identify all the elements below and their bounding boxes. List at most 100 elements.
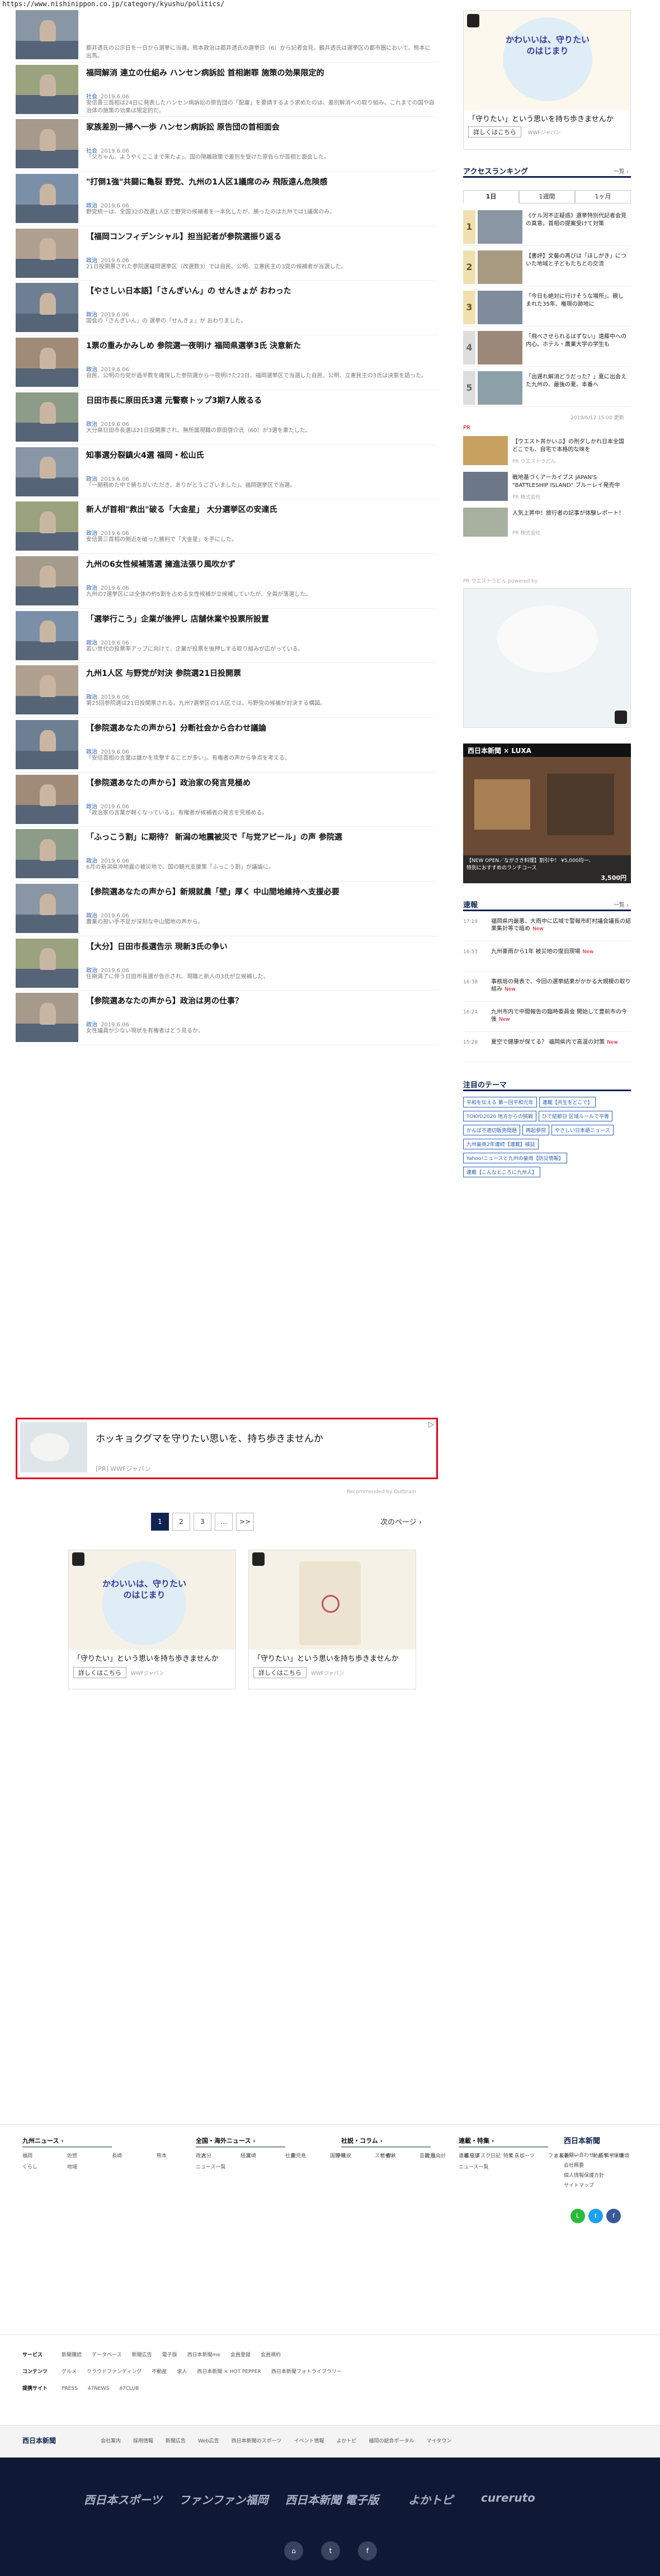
page-link-3[interactable]: 3 [194,1513,211,1531]
theme-tag[interactable]: かんぽ不適切販売問題 [463,1125,521,1135]
theme-tag[interactable]: 連載【こんなところに九州人】 [463,1167,541,1177]
service-link[interactable]: クラウドファンディング [87,2369,142,2375]
article-thumbnail[interactable] [16,338,78,387]
footer-link[interactable]: 春秋 [386,2151,431,2162]
latest-title[interactable]: 事務局の発表で、今回の選挙結果がかかる大規模の取り組み New [491,978,631,993]
latest-text[interactable]: 夏空で健康が保てる？ 福岡県内で高温の対策 [491,1039,605,1045]
url-bar[interactable]: https://www.nishinippon.co.jp/category/k… [2,0,224,8]
article-title[interactable]: 福岡解消 連立の仕組み ハンセン病訴訟 首相謝罪 施策の効果限定的 [86,68,436,79]
ranking-title[interactable]: 【書評】文藝の再びは「ほしがき」についた地域と子どもたちとの交流 [526,253,626,268]
ranking-title[interactable]: 「出遅れ解消どうだった？」夏に出会えた九州の、最後の夏、本番へ [526,373,626,389]
latest-item[interactable]: 16:24 九州市内で中間報告の臨時委員会 開始して豊前市の今後 New [463,1007,631,1032]
article-item[interactable]: 【大分】日田市長選告示 現新3氏の争い 政治 2019.6.06 任期満了に伴う日田市… [16,936,438,991]
facebook-icon[interactable]: f [606,2209,621,2223]
group-link[interactable]: 採用情報 [133,2438,153,2444]
service-link[interactable]: 西日本新聞 × HOT PEPPER [197,2369,261,2375]
sidebar-wwf-ad[interactable]: かわいいは、守りたいのはじまり 「守りたい」という思いを持ち歩きませんか 詳しく… [463,10,631,150]
ranking-thumbnail[interactable] [478,331,522,364]
page-link-1[interactable]: 1 [151,1513,169,1531]
pr-thumbnail[interactable] [463,436,508,465]
home-icon[interactable]: ⌂ [284,2541,303,2560]
article-thumbnail[interactable] [16,556,78,605]
pr-thumbnail[interactable] [463,508,508,537]
article-title[interactable]: 【参院選あなたの声から】政治家の発言見極め [86,778,436,789]
ranking-title[interactable]: 「今日も絶対に行けそうな場所」。親しまれた35年、権現の跡地に [526,293,626,309]
ranking-item[interactable]: 2 【書評】文藝の再びは「ほしがき」についた地域と子どもたちとの交流 [463,248,631,286]
hotel-ad[interactable]: 西日本新聞 × LUXA 【NEW OPEN／ながさき料理】割引中！ ¥5,00… [463,744,631,883]
tab-ranking-2[interactable]: 1ヶ月 [575,190,631,203]
theme-tag[interactable]: 連載【共生をどこで】 [539,1097,596,1107]
theme-tag[interactable]: 九州豪雨2年連続【連載】検証 [463,1139,539,1149]
latest-item[interactable]: 15:28 夏空で健康が保てる？ 福岡県内で高温の対策 New [463,1038,631,1062]
article-thumbnail[interactable] [16,993,78,1043]
footer-link[interactable]: 社会 [285,2151,330,2162]
tab-ranking-0[interactable]: 1日 [463,190,519,203]
next-page-link[interactable]: 次のページ › [380,1516,422,1527]
article-thumbnail[interactable] [16,665,78,715]
service-link[interactable]: グルメ [62,2369,77,2375]
ranking-title[interactable]: 「飛べさせられるはずない」遠藤中への内心。ホテル・農業大学の学生も [526,333,626,349]
pr-thumbnail[interactable] [463,472,508,501]
pr-item[interactable]: 人気上昇中！旅行者の記事が体験レポート！ PR 株式会社 [463,506,631,539]
theme-tag[interactable]: やさしい日本語ニュース [551,1125,614,1135]
tab-ranking-1[interactable]: 1週間 [519,190,575,203]
article-thumbnail[interactable] [16,938,78,988]
article-title[interactable]: 家族差別一掃へ一歩 ハンセン病訴訟 原告団の首相面会 [86,122,436,133]
pr-item[interactable]: 戦地基づくアーカイブス JAPAN'S "BATTLESHIP ISLAND" … [463,471,631,503]
article-thumbnail[interactable] [16,10,78,59]
ranking-item[interactable]: 3 「今日も絶対に行けそうな場所」。親しまれた35年、権現の跡地に [463,288,631,326]
latest-text[interactable]: 九州豪雨から1年 被災地の復旧現場 [491,949,581,955]
latest-title[interactable]: 福岡県内最悪、大雨中に広域で警報市町村議会議長の結果集計等で暗め New [491,918,631,933]
article-item[interactable]: 知事選分裂鎮火4選 福岡・松山氏 政治 2019.6.06 「一期務めた中で勝ちがいた… [16,445,438,500]
article-item[interactable]: 【参院選あなたの声から】政治家の発言見極め 政治 2019.6.06 「政治家の言葉が… [16,773,438,827]
footer-column-title[interactable]: 社説・コラム › [341,2136,431,2147]
ranking-thumbnail[interactable] [478,210,522,244]
theme-tag[interactable]: Yahoo!ニュースと九州の豪雨【防災情報】 [463,1153,567,1163]
group-link[interactable]: 福岡の総合ポータル [369,2438,414,2444]
brand-logo[interactable]: よかトピ [408,2491,453,2507]
article-thumbnail[interactable] [16,884,78,933]
brand-logo[interactable]: 西日本新聞 電子版 [285,2491,379,2507]
article-title[interactable]: 【参院選あなたの声から】政治は男の仕事？ [86,996,436,1007]
group-logo[interactable]: 西日本新聞 [22,2436,56,2445]
wwf-ad-2[interactable]: 「守りたい」という思いを持ち歩きませんか 詳しくはこちら WWFジャパン [248,1550,416,1689]
service-link[interactable]: データベース [92,2352,122,2358]
article-thumbnail[interactable] [16,228,78,278]
group-link[interactable]: 新聞広告 [166,2438,186,2444]
article-title[interactable]: 「選挙行こう」企業が後押し 店舗休業や投票所設置 [86,614,436,625]
footer-util-link[interactable]: 個人情報保護方針 [564,2171,604,2181]
article-thumbnail[interactable] [16,829,78,879]
latest-more-link[interactable]: 一覧 › [614,900,629,908]
details-button[interactable]: 詳しくはこちら [253,1667,307,1678]
group-link[interactable]: 西日本新聞のスポーツ [232,2438,282,2444]
footer-util-link[interactable]: お問い合わせ [564,2151,604,2161]
footer-link[interactable]: 佐賀 [67,2151,112,2162]
service-link[interactable]: 会員登録 [230,2352,251,2358]
article-item[interactable]: 家族差別一掃へ一歩 ハンセン病訴訟 原告団の首相面会 社会 2019.6.06 「父ち… [16,117,438,172]
article-thumbnail[interactable] [16,392,78,442]
article-title[interactable]: "打倒1強"共闘に亀裂 野党、九州の1人区1議席のみ 飛阪遠ん危険感 [86,177,436,188]
ad-choices-icon[interactable]: ▷ [428,1420,434,1429]
article-thumbnail[interactable] [16,774,78,824]
footer-link[interactable]: ニュース一覧 [459,2162,503,2173]
footer-link[interactable]: 特集 [503,2151,548,2162]
service-link[interactable]: 求人 [177,2369,187,2375]
pr-title[interactable]: 【ウエスト丼かいぶ】の刑夕しかれ日本全国どこでも、自宅で本格的な味を [512,438,627,454]
twitter-icon[interactable]: t [588,2209,603,2223]
article-item[interactable]: 【やさしい日本語】「さんぎいん」の せんきょが おわった 政治 2019.6.06 国… [16,281,438,336]
brand-logo[interactable]: ファンファン福岡 [179,2491,268,2507]
service-link[interactable]: 47NEWS [88,2386,109,2392]
page-link-4[interactable]: … [215,1513,233,1531]
latest-item[interactable]: 16:53 九州豪雨から1年 被災地の復旧現場 New [463,947,631,972]
article-item[interactable]: 「選挙行こう」企業が後押し 店舗休業や投票所設置 政治 2019.6.06 若い世代の… [16,609,438,664]
ranking-title[interactable]: 《ケル河不正疑惑》選挙特別代記者会見の真意。首相の提案受けて対策 [526,212,626,228]
footer-link[interactable]: 長崎 [112,2151,157,2162]
latest-title[interactable]: 九州市内で中間報告の臨時委員会 開始して豊前市の今後 New [491,1008,631,1024]
article-title[interactable]: 九州1人区 与野党が対決 参院選21日投開票 [86,669,436,679]
article-title[interactable]: 【参院選あなたの声から】分断社会から合わせ議論 [86,723,436,734]
pr-title[interactable]: 人気上昇中！旅行者の記事が体験レポート！ [512,510,627,518]
article-item[interactable]: 【福岡コンフィデンシャル】担当記者が参院選振り返る 政治 2019.6.06 21日投… [16,226,438,281]
theme-tag[interactable]: 再起参院 [522,1125,550,1135]
service-link[interactable]: 会員規約 [261,2352,281,2358]
footer-link[interactable]: くらし [22,2162,67,2173]
